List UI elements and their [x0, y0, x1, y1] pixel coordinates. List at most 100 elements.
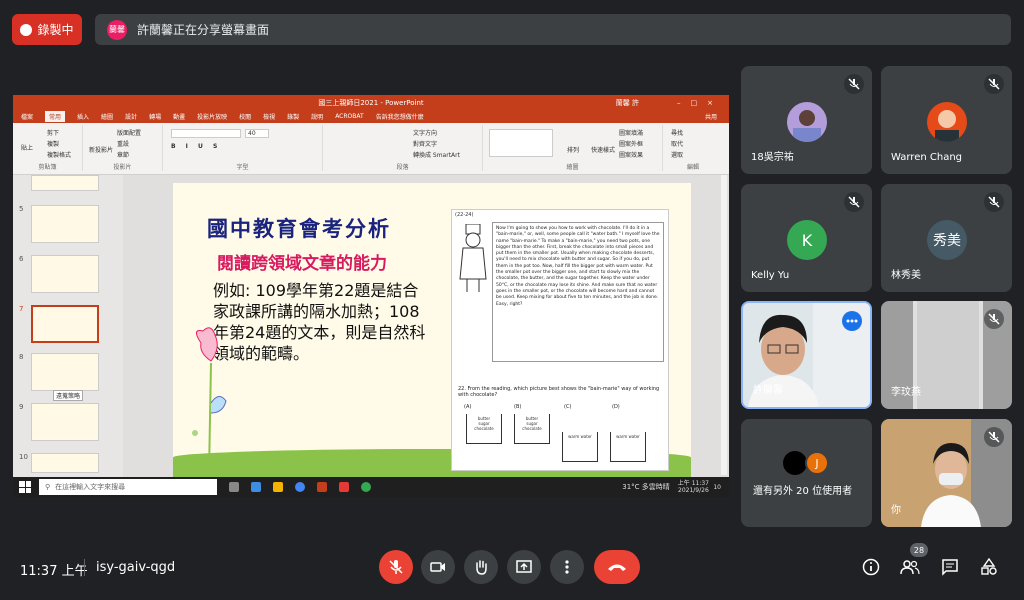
new-slide-button[interactable]: 新投影片	[89, 145, 113, 154]
tab-draw[interactable]: 繪圖	[101, 112, 113, 121]
app-icon[interactable]	[339, 482, 349, 492]
tab-acrobat[interactable]: ACROBAT	[335, 113, 364, 120]
section-button[interactable]: 章節	[117, 150, 129, 159]
leave-call-button[interactable]	[594, 550, 640, 584]
tab-file[interactable]: 檔案	[21, 112, 33, 121]
window-controls-icon[interactable]: –□×	[677, 99, 723, 107]
paste-button[interactable]: 貼上	[21, 143, 33, 152]
exam-question: 22. From the reading, which picture best…	[458, 386, 660, 398]
format-painter-button[interactable]: 複製格式	[47, 150, 71, 159]
meeting-details-button[interactable]	[860, 556, 882, 578]
slide-thumbnail[interactable]	[31, 353, 99, 391]
participant-tile[interactable]: K Kelly Yu	[741, 184, 872, 292]
activities-button[interactable]	[978, 556, 1000, 578]
activities-icon	[981, 558, 997, 575]
smartart-button[interactable]: 轉換成 SmartArt	[413, 150, 460, 159]
share-label[interactable]: 共用	[705, 112, 717, 121]
shapes-gallery[interactable]	[489, 129, 553, 157]
align-text-button[interactable]: 對齊文字	[413, 139, 437, 148]
avatar	[927, 102, 967, 142]
slide-thumbnail[interactable]	[31, 453, 99, 473]
shape-effects-button[interactable]: 圖案效果	[619, 150, 643, 159]
participant-name: 林秀美	[891, 270, 921, 281]
select-button[interactable]: 選取	[671, 150, 683, 159]
meeting-code: isy-gaiv-qgd	[96, 560, 176, 575]
slide-thumbnail-selected[interactable]	[31, 305, 99, 343]
group-slides: 新投影片 版面配置 重設 章節 投影片	[83, 125, 163, 171]
slide-body-text: 例如: 109學年第22題是結合家政課所講的隔水加熱；108年第24題的文本，則…	[213, 281, 426, 363]
recording-indicator[interactable]: 錄製中	[12, 14, 82, 45]
tab-help[interactable]: 說明	[311, 112, 323, 121]
raise-hand-button[interactable]	[464, 550, 498, 584]
windows-start-icon[interactable]	[19, 481, 31, 493]
ppt-ribbon-tabs: 檔案 常用 插入 繪圖 設計 轉場 動畫 投影片放映 校閱 檢視 錄製 說明 A…	[13, 110, 729, 123]
find-button[interactable]: 尋找	[671, 128, 683, 137]
more-options-icon[interactable]	[842, 311, 862, 331]
participant-tile[interactable]: 李玟燕	[881, 301, 1012, 409]
slide-thumbnail[interactable]	[31, 175, 99, 191]
slide-scrollbar[interactable]	[721, 175, 727, 475]
self-tile[interactable]: 你	[881, 419, 1012, 527]
exam-passage: Now I'm going to show you how to work wi…	[492, 222, 664, 362]
copy-button[interactable]: 複製	[47, 139, 59, 148]
replace-button[interactable]: 取代	[671, 139, 683, 148]
avatar	[783, 451, 807, 475]
record-dot-icon	[20, 23, 33, 36]
tab-home[interactable]: 常用	[45, 111, 66, 122]
participant-tile[interactable]: 秀美 林秀美	[881, 184, 1012, 292]
option-d-cup: warm water	[610, 432, 646, 462]
others-tile[interactable]: J 還有另外 20 位使用者	[741, 419, 872, 527]
participant-tile[interactable]: 18吳宗祐	[741, 66, 872, 174]
font-size-select[interactable]: 40	[245, 129, 269, 138]
reset-button[interactable]: 重設	[117, 139, 129, 148]
taskbar-search[interactable]: ⚲ 在這裡輸入文字來搜尋	[39, 479, 217, 495]
more-options-button[interactable]	[550, 550, 584, 584]
slide-number: 8	[19, 353, 24, 361]
notification-count[interactable]: 10	[713, 484, 721, 491]
layout-button[interactable]: 版面配置	[117, 128, 141, 137]
chrome-icon[interactable]	[295, 482, 305, 492]
tab-transitions[interactable]: 轉場	[149, 112, 161, 121]
font-format-buttons[interactable]: B I U S	[171, 143, 221, 150]
task-view-icon[interactable]	[229, 482, 239, 492]
font-name-select[interactable]	[171, 129, 241, 138]
tab-review[interactable]: 校閱	[239, 112, 251, 121]
slide-thumbnail[interactable]	[31, 403, 99, 441]
tell-me-search[interactable]: 告訴我您想做什麼	[376, 112, 424, 121]
chrome-icon[interactable]	[361, 482, 371, 492]
exam-excerpt: (22-24) Now I'm going to show you how to…	[451, 209, 669, 471]
shape-outline-button[interactable]: 圖案外框	[619, 139, 643, 148]
tab-design[interactable]: 設計	[125, 112, 137, 121]
text-direction-button[interactable]: 文字方向	[413, 128, 437, 137]
tab-slideshow[interactable]: 投影片放映	[197, 112, 227, 121]
tab-record[interactable]: 錄製	[287, 112, 299, 121]
mic-toggle-button[interactable]	[379, 550, 413, 584]
slide-thumbnail[interactable]	[31, 205, 99, 243]
current-slide[interactable]: 國中教育會考分析 閱讀跨領域文章的能力 例如: 109學年第22題是結合家政課所…	[173, 183, 691, 477]
tab-insert[interactable]: 插入	[77, 112, 89, 121]
cut-button[interactable]: 剪下	[47, 128, 59, 137]
camera-toggle-button[interactable]	[421, 550, 455, 584]
app-icon[interactable]	[251, 482, 261, 492]
mic-muted-icon	[844, 74, 864, 94]
group-paragraph: 文字方向 對齊文字 轉換成 SmartArt 段落	[323, 125, 483, 171]
tab-view[interactable]: 檢視	[263, 112, 275, 121]
participant-name: Kelly Yu	[751, 270, 790, 281]
powerpoint-icon[interactable]	[317, 482, 327, 492]
quick-styles-button[interactable]: 快速樣式	[591, 145, 615, 154]
people-icon	[900, 560, 920, 575]
participant-tile-presenter[interactable]: 許蘭馨	[741, 301, 872, 409]
taskbar-search-placeholder: 在這裡輸入文字來搜尋	[55, 483, 126, 491]
shape-fill-button[interactable]: 圖案填滿	[619, 128, 643, 137]
slide-thumbnail[interactable]	[31, 255, 99, 293]
tab-animations[interactable]: 動畫	[173, 112, 185, 121]
chat-button[interactable]	[939, 556, 961, 578]
arrange-button[interactable]: 排列	[567, 145, 579, 154]
file-explorer-icon[interactable]	[273, 482, 283, 492]
people-button[interactable]	[899, 556, 921, 578]
participant-tile[interactable]: Warren Chang	[881, 66, 1012, 174]
weather-widget[interactable]: 31°C 多雲時晴	[622, 482, 670, 492]
taskbar-clock[interactable]: 上午 11:37 2021/9/26	[678, 480, 709, 494]
shared-screen: 國三上親師日2021 - PowerPoint 蘭馨 許 –□× 檔案 常用 插…	[13, 95, 729, 497]
present-button[interactable]	[507, 550, 541, 584]
